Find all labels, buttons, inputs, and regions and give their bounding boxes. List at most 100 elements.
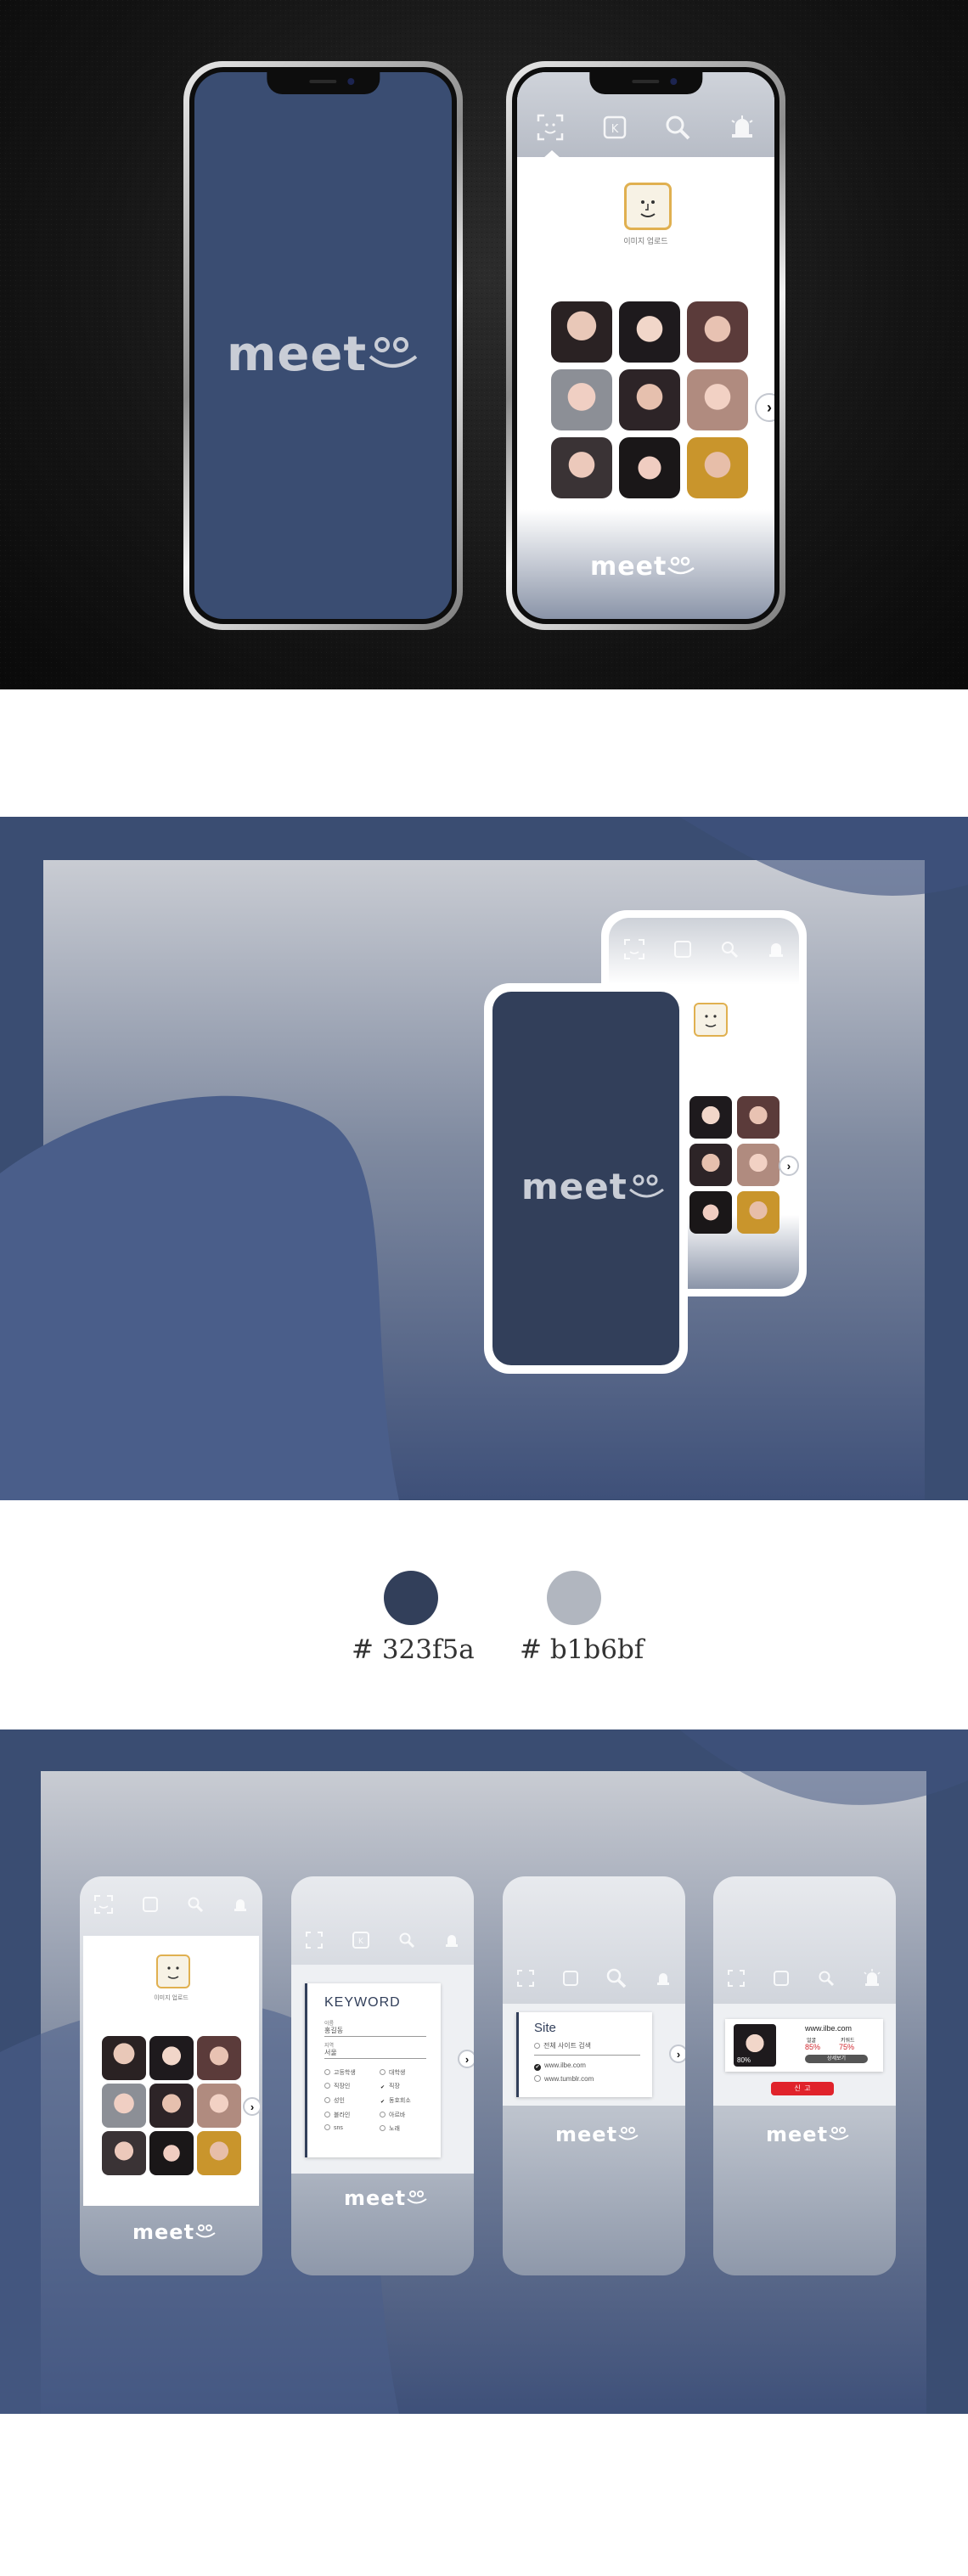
tab-site[interactable] bbox=[720, 940, 739, 959]
photo-grid bbox=[689, 1096, 783, 1234]
next-page-button[interactable]: › bbox=[458, 2050, 474, 2068]
tab-bar: K bbox=[291, 1927, 474, 1953]
tab-keyword[interactable]: K bbox=[602, 115, 628, 140]
upload-button[interactable] bbox=[156, 1954, 190, 1988]
secondary-swatch bbox=[547, 1571, 601, 1625]
upload-button[interactable] bbox=[624, 183, 672, 230]
site-all-option[interactable]: 전체 사이트 검색 bbox=[534, 2041, 591, 2050]
tab-keyword[interactable] bbox=[142, 1896, 159, 1913]
keyword-option[interactable]: 고등학생 bbox=[324, 2068, 380, 2077]
result-photo[interactable] bbox=[737, 1144, 779, 1186]
radio-icon bbox=[380, 2112, 386, 2118]
result-photo[interactable] bbox=[687, 301, 748, 363]
keyword-option[interactable]: ✔ 동호회소 bbox=[380, 2096, 435, 2106]
site-search-icon bbox=[721, 942, 738, 959]
tab-keyword[interactable] bbox=[773, 1970, 790, 1987]
upload-button[interactable] bbox=[694, 1003, 728, 1037]
result-photo[interactable] bbox=[551, 437, 612, 498]
next-page-button[interactable]: › bbox=[755, 393, 774, 422]
result-photo[interactable] bbox=[149, 2084, 194, 2128]
result-photo[interactable] bbox=[149, 2036, 194, 2080]
result-photo[interactable] bbox=[689, 1144, 732, 1186]
site-option[interactable]: ✔ www.ilbe.com bbox=[534, 2061, 594, 2071]
result-photo[interactable] bbox=[689, 1191, 732, 1234]
keyword-option[interactable]: 대학생 bbox=[380, 2068, 435, 2077]
keyword-option[interactable]: sns bbox=[324, 2124, 380, 2133]
tab-face[interactable] bbox=[536, 113, 565, 142]
region-field[interactable]: 서울 bbox=[324, 2048, 337, 2057]
result-photo[interactable] bbox=[687, 369, 748, 430]
result-photo[interactable] bbox=[197, 2036, 241, 2080]
logo-text: meet bbox=[227, 327, 368, 382]
keyword-option[interactable]: 직장인 bbox=[324, 2082, 380, 2091]
keyword-option-label: 직장인 bbox=[334, 2084, 351, 2089]
tab-keyword[interactable] bbox=[562, 1970, 579, 1987]
keyword-option[interactable]: 노래 bbox=[380, 2124, 435, 2133]
tab-alarm[interactable] bbox=[729, 114, 756, 141]
result-photo[interactable] bbox=[619, 301, 680, 363]
radio-icon bbox=[380, 2069, 386, 2075]
keyword-option[interactable]: 아르바 bbox=[380, 2111, 435, 2119]
phone-splash: meet bbox=[183, 61, 463, 630]
tab-face[interactable] bbox=[727, 1969, 746, 1988]
result-photo[interactable] bbox=[619, 369, 680, 430]
site-option[interactable]: www.tumblr.com bbox=[534, 2075, 594, 2083]
face-scan-icon bbox=[306, 1932, 324, 1949]
site-all-label: 전체 사이트 검색 bbox=[543, 2042, 591, 2050]
tab-site[interactable] bbox=[187, 1896, 204, 1913]
result-photo[interactable] bbox=[197, 2084, 241, 2128]
tab-alarm[interactable] bbox=[443, 1932, 460, 1949]
face-scan-icon bbox=[516, 1970, 534, 1987]
tab-site[interactable] bbox=[664, 114, 691, 141]
tab-site[interactable] bbox=[605, 1967, 628, 1989]
smile-logo-icon bbox=[407, 2191, 427, 2204]
result-photo[interactable] bbox=[197, 2131, 241, 2175]
alarm-icon bbox=[731, 115, 753, 138]
tab-face[interactable] bbox=[93, 1894, 114, 1915]
check-icon: ✔ bbox=[380, 2100, 386, 2105]
result-photo[interactable] bbox=[149, 2131, 194, 2175]
tab-alarm[interactable] bbox=[655, 1970, 672, 1987]
next-page-button[interactable]: › bbox=[243, 2097, 262, 2116]
detail-button[interactable]: 상세보기 bbox=[805, 2055, 868, 2063]
smile-logo-icon bbox=[195, 2224, 216, 2238]
tab-face[interactable] bbox=[623, 938, 645, 960]
result-photo[interactable] bbox=[737, 1096, 779, 1139]
site-search-icon bbox=[399, 1932, 414, 1949]
result-photo[interactable] bbox=[619, 437, 680, 498]
keyword-title: KEYWORD bbox=[324, 1995, 401, 2010]
radio-icon bbox=[324, 2083, 330, 2089]
tab-site[interactable] bbox=[398, 1932, 415, 1949]
next-page-button[interactable]: › bbox=[779, 1156, 799, 1176]
tab-keyword[interactable]: K bbox=[352, 1931, 370, 1949]
tab-face[interactable] bbox=[305, 1931, 324, 1949]
tab-keyword[interactable] bbox=[673, 940, 692, 959]
tab-alarm[interactable] bbox=[862, 1968, 882, 1988]
result-photo[interactable] bbox=[551, 369, 612, 430]
keyword-search-icon: K bbox=[603, 115, 626, 139]
result-photo[interactable] bbox=[687, 437, 748, 498]
keyword-search-icon: K bbox=[352, 1932, 370, 1949]
tab-face[interactable] bbox=[516, 1969, 535, 1988]
keyword-option-label: sns bbox=[334, 2125, 343, 2131]
face-scan-icon bbox=[728, 1970, 746, 1987]
face-search-screen: K 이미지 업로드 › meet bbox=[517, 72, 774, 619]
result-photo[interactable] bbox=[551, 301, 612, 363]
result-photo[interactable] bbox=[689, 1096, 732, 1139]
result-photo[interactable] bbox=[102, 2084, 146, 2128]
primary-hex-label: # 323f5a bbox=[352, 1634, 475, 1665]
screen-card-keyword: K KEYWORD 이름 홍길동 지역 서울 고등학생 대학생 직장인 ✔ 직장 성인 ✔ 동… bbox=[291, 1876, 474, 2275]
next-page-button[interactable]: › bbox=[669, 2044, 685, 2063]
tab-alarm[interactable] bbox=[767, 940, 785, 959]
tab-site[interactable] bbox=[818, 1970, 835, 1987]
keyword-panel: KEYWORD 이름 홍길동 지역 서울 고등학생 대학생 직장인 ✔ 직장 성인 ✔ 동호회… bbox=[305, 1983, 441, 2157]
name-field[interactable]: 홍길동 bbox=[324, 2026, 343, 2035]
keyword-option[interactable]: 블라인 bbox=[324, 2111, 380, 2119]
keyword-option[interactable]: ✔ 직장 bbox=[380, 2082, 435, 2091]
tab-alarm[interactable] bbox=[232, 1896, 249, 1913]
result-photo[interactable] bbox=[737, 1191, 779, 1234]
report-button[interactable]: 신 고 bbox=[771, 2082, 834, 2095]
result-photo[interactable] bbox=[102, 2036, 146, 2080]
result-photo[interactable] bbox=[102, 2131, 146, 2175]
keyword-option[interactable]: 성인 bbox=[324, 2096, 380, 2106]
